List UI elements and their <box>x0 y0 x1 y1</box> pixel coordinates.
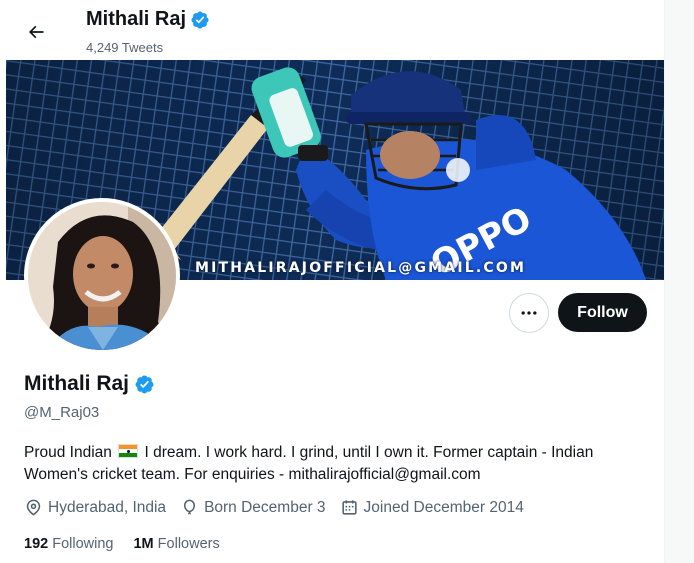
following-count: 192 <box>24 536 49 552</box>
followers-count: 1M <box>133 536 154 552</box>
bio-text-start: Proud Indian <box>24 444 112 461</box>
side-background <box>665 0 694 563</box>
birthday-text: Born December 3 <box>204 498 326 516</box>
back-button[interactable] <box>20 16 52 48</box>
following-label: Following <box>52 536 114 552</box>
joined-item: Joined December 2014 <box>340 498 524 517</box>
location-item: Hyderabad, India <box>24 498 166 517</box>
tweet-count: 4,249 Tweets <box>86 40 164 55</box>
more-options-button[interactable] <box>509 293 549 333</box>
joined-text: Joined December 2014 <box>363 498 524 516</box>
follow-button[interactable]: Follow <box>558 293 647 332</box>
header-name-text: Mithali Raj <box>86 8 187 30</box>
calendar-icon <box>341 500 357 515</box>
profile-page: Mithali Raj 4,249 Tweets OPPO MITHALIRAJ… <box>0 0 694 563</box>
location-text: Hyderabad, India <box>48 498 167 516</box>
header-title: Mithali Raj <box>86 8 210 31</box>
following-link[interactable]: 192 Following <box>24 536 113 552</box>
arrow-left-icon <box>28 25 44 39</box>
profile-name-text: Mithali Raj <box>24 372 130 395</box>
followers-link[interactable]: 1M Followers <box>133 536 219 552</box>
profile-handle: @M_Raj03 <box>24 404 100 421</box>
location-pin-icon <box>26 499 41 516</box>
verified-badge-icon[interactable] <box>134 374 155 395</box>
profile-display-name: Mithali Raj <box>24 372 155 396</box>
banner-email-text: MITHALIRAJOFFICIAL@GMAIL.COM <box>195 260 527 276</box>
followers-label: Followers <box>157 536 220 552</box>
profile-meta: Hyderabad, India Born December 3 Joined … <box>24 498 538 517</box>
avatar-image <box>28 202 176 350</box>
profile-bio: Proud Indian I dream. I work hard. I gri… <box>24 442 654 486</box>
verified-badge-icon <box>191 10 209 29</box>
follow-stats: 192 Following 1M Followers <box>24 536 240 552</box>
profile-avatar[interactable] <box>24 198 180 354</box>
balloon-icon <box>184 499 196 515</box>
india-flag-icon <box>118 444 139 458</box>
more-dots-icon <box>521 311 537 315</box>
birthday-item: Born December 3 <box>180 498 326 517</box>
